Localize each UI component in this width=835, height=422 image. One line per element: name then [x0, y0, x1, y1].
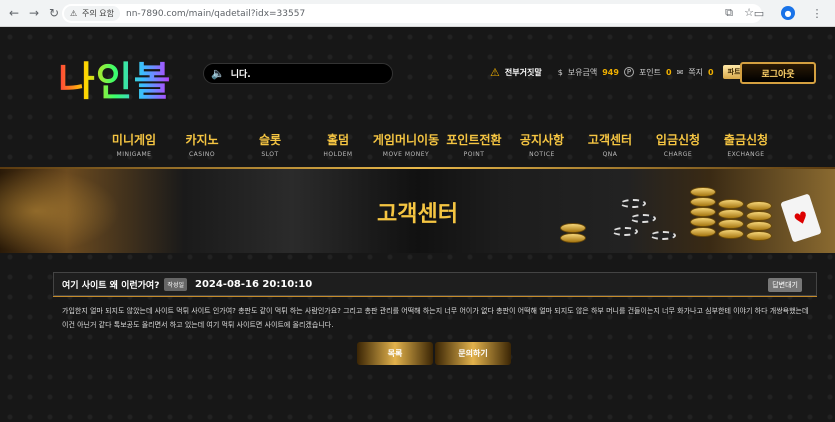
browser-toolbar: ← → ↻ ⚠ 주의 요함 nn-7890.com/main/qadetail?…	[0, 0, 835, 27]
address-bar[interactable]: ⚠ 주의 요함 nn-7890.com/main/qadetail?idx=33…	[62, 4, 762, 23]
nav-item-charge[interactable]: 입금신청 CHARGE	[644, 131, 712, 158]
point-icon: P	[623, 67, 634, 77]
balance-value: 949	[602, 67, 619, 77]
coin-stack-icon	[746, 231, 772, 241]
envelope-icon: ✉	[676, 67, 684, 77]
nav-item-qna[interactable]: 고객센터 QNA	[576, 131, 644, 158]
back-icon[interactable]: ←	[4, 3, 24, 23]
nav-label: 고객센터	[587, 133, 633, 147]
nav-sublabel: QNA	[602, 151, 618, 158]
dollar-icon: $	[557, 67, 563, 77]
post-actions: 목록 문의하기	[357, 342, 511, 365]
post-body: 가입한지 얼마 되지도 않았는데 사이트 먹튀 사이트 인가여? 총판도 같이 …	[62, 307, 809, 329]
nav-item-holdem[interactable]: 홀덤 HOLDEM	[304, 131, 372, 158]
speaker-icon: 🔈	[211, 67, 225, 80]
coin-stack-icon	[690, 227, 716, 237]
nav-label: 슬롯	[258, 133, 282, 147]
security-warning-label: 주의 요함	[82, 9, 114, 18]
main-nav: 미니게임 MINIGAME 카지노 CASINO 슬롯 SLOT 홀덤 HOLDEM 게…	[100, 131, 780, 158]
hero-banner: ♥ 고객센터	[0, 169, 835, 253]
nav-sublabel: HOLDEM	[323, 151, 353, 158]
nav-label: 입금신청	[655, 133, 701, 147]
messages-label[interactable]: 쪽지	[688, 67, 703, 78]
nav-label: 카지노	[185, 133, 219, 147]
nav-sublabel: CHARGE	[663, 151, 693, 158]
menu-icon[interactable]: ⋮	[809, 5, 825, 21]
security-warning-chip[interactable]: ⚠ 주의 요함	[64, 6, 120, 21]
browser-actions: ⧉ ▭ ● ⋮	[721, 5, 825, 21]
site-logo[interactable]: 나인볼	[58, 49, 171, 107]
nav-sublabel: POINT	[463, 151, 485, 158]
nav-item-slot[interactable]: 슬롯 SLOT	[236, 131, 304, 158]
nav-sublabel: NOTICE	[529, 151, 555, 158]
nav-item-point[interactable]: 포인트전환 POINT	[440, 131, 508, 158]
notice-ticker: 🔈 니다.	[203, 63, 393, 84]
warning-icon: ⚠	[70, 9, 78, 18]
nav-label: 미니게임	[111, 133, 157, 147]
post-date: 2024-08-16 20:10:10	[194, 278, 313, 290]
extension-icon[interactable]: ⧉	[721, 5, 737, 21]
status-badge: 답변대기	[768, 278, 802, 292]
nav-label: 출금신청	[723, 133, 769, 147]
nav-sublabel: EXCHANGE	[727, 151, 765, 158]
nav-sublabel: SLOT	[261, 151, 279, 158]
nav-item-casino[interactable]: 카지노 CASINO	[168, 131, 236, 158]
nav-label: 게임머니이동	[372, 133, 440, 147]
nav-label: 홀덤	[326, 133, 350, 147]
inquiry-button[interactable]: 문의하기	[435, 342, 511, 365]
ticker-text: 니다.	[230, 70, 251, 80]
user-info-bar: ⚠ 전부거짓말 $ 보유금액 949 P 포인트 0 ✉ 쪽지 0 파트너	[490, 65, 752, 79]
post-title: 여기 사이트 왜 이런가여?	[62, 280, 160, 291]
nav-item-move-money[interactable]: 게임머니이동 MOVE MONEY	[372, 131, 440, 158]
split-icon[interactable]: ▭	[751, 5, 767, 21]
nav-sublabel: MINIGAME	[116, 151, 152, 158]
nav-sublabel: CASINO	[188, 151, 216, 158]
date-badge: 작성일	[164, 277, 187, 291]
points-label: 포인트	[638, 67, 662, 77]
url-text[interactable]: nn-7890.com/main/qadetail?idx=33557	[126, 9, 305, 19]
nav-label: 공지사항	[519, 133, 565, 147]
user-level-icon: ⚠	[490, 65, 500, 79]
nav-item-minigame[interactable]: 미니게임 MINIGAME	[100, 131, 168, 158]
nav-item-notice[interactable]: 공지사항 NOTICE	[508, 131, 576, 158]
coin-stack-icon	[718, 229, 744, 239]
points-value: 0	[666, 67, 672, 77]
nav-item-exchange[interactable]: 출금신청 EXCHANGE	[712, 131, 780, 158]
page-title: 고객센터	[377, 202, 458, 227]
nav-sublabel: MOVE MONEY	[382, 151, 430, 158]
coin-stack-icon	[560, 233, 586, 243]
reload-icon[interactable]: ↻	[44, 3, 64, 23]
messages-value: 0	[708, 67, 714, 77]
poker-chip-icon	[612, 227, 638, 236]
page: 나인볼 🔈 니다. ⚠ 전부거짓말 $ 보유금액 949 P 포인트 0 ✉ 쪽…	[0, 27, 835, 422]
post-divider	[53, 296, 817, 297]
list-button[interactable]: 목록	[357, 342, 433, 365]
nickname: 전부거짓말	[504, 67, 542, 77]
forward-icon[interactable]: →	[24, 3, 44, 23]
logout-button[interactable]: 로그아웃	[740, 62, 816, 84]
profile-icon[interactable]: ●	[781, 6, 795, 20]
balance-label: 보유금액	[567, 67, 598, 77]
post-header: 여기 사이트 왜 이런가여? 작성일 2024-08-16 20:10:10 답…	[53, 272, 817, 296]
poker-chip-icon	[650, 231, 676, 240]
nav-label: 포인트전환	[446, 133, 502, 147]
